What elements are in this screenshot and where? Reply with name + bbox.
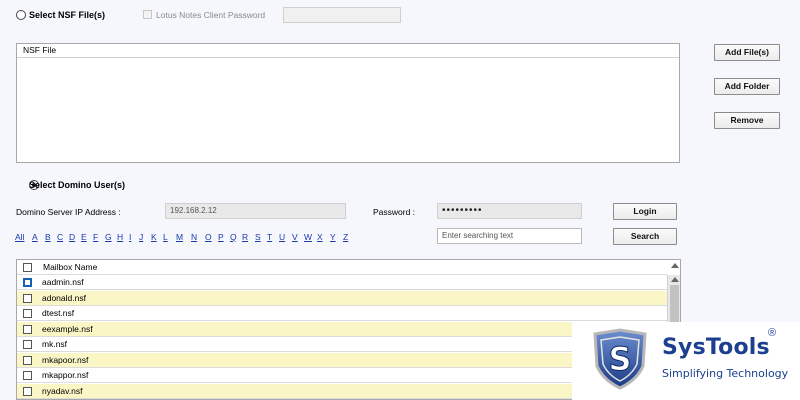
lotus-password-field[interactable] [283, 7, 401, 23]
alphabet-link-v[interactable]: V [292, 232, 298, 242]
row-checkbox[interactable] [23, 309, 32, 318]
password-field[interactable]: ••••••••• [437, 203, 582, 219]
alphabet-link-c[interactable]: C [57, 232, 63, 242]
mailbox-name: mkapoor.nsf [42, 354, 89, 365]
alphabet-link-h[interactable]: H [117, 232, 123, 242]
brand-tagline: Simplifying Technology [662, 367, 789, 380]
alphabet-link-o[interactable]: O [205, 232, 212, 242]
alphabet-link-p[interactable]: P [218, 232, 224, 242]
scroll-up-arrow-icon[interactable] [671, 277, 679, 282]
login-button[interactable]: Login [613, 203, 677, 220]
password-label: Password : [373, 207, 416, 217]
logo-letter: S [608, 340, 631, 378]
alphabet-link-j[interactable]: J [139, 232, 143, 242]
server-ip-field[interactable]: 192.168.2.12 [165, 203, 346, 219]
brand-name: SysTools [662, 335, 770, 360]
row-checkbox[interactable] [23, 293, 32, 303]
row-checkbox[interactable] [23, 386, 32, 396]
table-row[interactable]: dtest.nsf [17, 306, 667, 321]
table-row[interactable]: aadmin.nsf [17, 275, 667, 290]
alphabet-link-e[interactable]: E [81, 232, 87, 242]
alphabet-link-b[interactable]: B [45, 232, 51, 242]
alphabet-link-k[interactable]: K [151, 232, 157, 242]
mailbox-name: mk.nsf [42, 339, 68, 349]
alphabet-link-d[interactable]: D [69, 232, 75, 242]
lotus-password-checkbox[interactable] [143, 10, 152, 19]
mailbox-name: mkappor.nsf [42, 370, 89, 380]
table-row[interactable]: mkappor.nsf [17, 368, 667, 383]
table-row[interactable]: mkapoor.nsf [17, 352, 667, 368]
alphabet-link-f[interactable]: F [93, 232, 98, 242]
row-checkbox[interactable] [23, 324, 32, 334]
systools-logo: S SysTools ® Simplifying Technology [572, 322, 800, 400]
alphabet-link-r[interactable]: R [242, 232, 248, 242]
mailbox-name: dtest.nsf [42, 308, 75, 318]
nsf-file-list[interactable]: NSF File [16, 43, 680, 163]
row-checkbox[interactable] [23, 340, 32, 349]
mailbox-name: nyadav.nsf [42, 385, 83, 396]
domino-users-radio-label[interactable]: Select Domino User(s) [29, 180, 125, 190]
table-row[interactable]: adonald.nsf [17, 290, 667, 306]
mailbox-name: eexample.nsf [42, 323, 93, 334]
alphabet-link-t[interactable]: T [267, 232, 272, 242]
remove-button[interactable]: Remove [714, 112, 780, 129]
table-row[interactable]: nyadav.nsf [17, 383, 667, 399]
search-input[interactable]: Enter searching text [437, 228, 582, 244]
select-all-checkbox[interactable] [23, 263, 32, 272]
table-row[interactable]: mk.nsf [17, 337, 667, 352]
mailbox-name-header: Mailbox Name [43, 262, 98, 272]
lotus-password-label: Lotus Notes Client Password [156, 10, 266, 20]
alphabet-link-y[interactable]: Y [330, 232, 336, 242]
table-row[interactable]: eexample.nsf [17, 321, 667, 337]
mailbox-name: aadmin.nsf [42, 277, 84, 287]
alphabet-link-n[interactable]: N [191, 232, 197, 242]
mailbox-table-header: Mailbox Name [17, 260, 667, 275]
registered-mark: ® [768, 327, 777, 339]
mailbox-name: adonald.nsf [42, 292, 86, 303]
alphabet-link-a[interactable]: A [32, 232, 38, 242]
shield-logo-icon: S [593, 328, 647, 390]
nsf-files-radio[interactable] [16, 10, 26, 20]
alphabet-link-u[interactable]: U [279, 232, 285, 242]
row-checkbox[interactable] [23, 371, 32, 380]
nsf-files-radio-label[interactable]: Select NSF File(s) [29, 10, 105, 20]
alphabet-link-g[interactable]: G [105, 232, 112, 242]
server-ip-label: Domino Server IP Address : [16, 207, 121, 217]
alphabet-link-m[interactable]: M [176, 232, 183, 242]
alphabet-link-all[interactable]: All [15, 232, 24, 242]
alphabet-link-x[interactable]: X [317, 232, 323, 242]
alphabet-link-l[interactable]: L [163, 232, 168, 242]
add-files-button[interactable]: Add File(s) [714, 44, 780, 61]
search-button[interactable]: Search [613, 228, 677, 245]
row-checkbox[interactable] [23, 355, 32, 365]
row-checkbox[interactable] [23, 278, 32, 287]
scroll-up-icon[interactable] [671, 263, 679, 268]
alphabet-link-s[interactable]: S [255, 232, 261, 242]
nsf-file-list-header: NSF File [17, 44, 679, 58]
alphabet-link-q[interactable]: Q [230, 232, 237, 242]
alphabet-link-w[interactable]: W [304, 232, 312, 242]
alphabet-link-z[interactable]: Z [343, 232, 348, 242]
alphabet-link-i[interactable]: I [129, 232, 131, 242]
add-folder-button[interactable]: Add Folder [714, 78, 780, 95]
